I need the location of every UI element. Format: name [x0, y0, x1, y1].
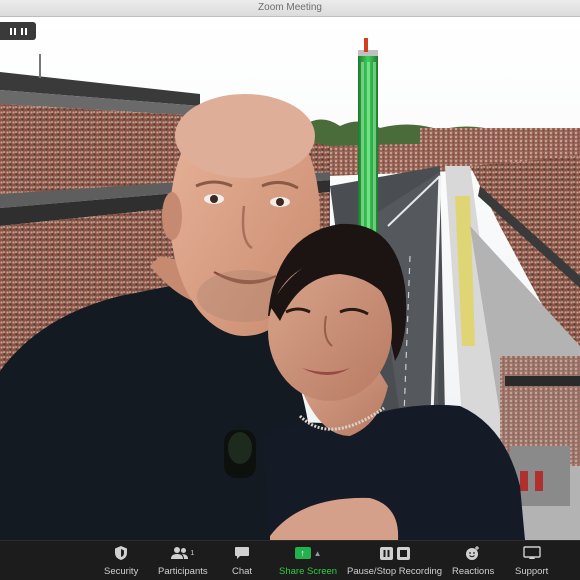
virtual-background-scene [0, 16, 580, 540]
chat-icon [234, 544, 250, 562]
window-title: Zoom Meeting [0, 0, 580, 17]
security-button[interactable]: Security [104, 544, 138, 577]
pause-icon [9, 27, 16, 35]
participants-label: Participants [158, 566, 208, 577]
chat-button[interactable]: Chat [232, 544, 252, 577]
reactions-icon [465, 544, 481, 562]
pause-stop-recording-button[interactable]: Pause/Stop Recording [347, 544, 442, 577]
video-feed [0, 16, 580, 540]
participants-count: 1 [190, 549, 195, 557]
shield-icon [114, 544, 128, 562]
share-screen-icon: ↑ [294, 547, 311, 559]
pause-video-button[interactable] [0, 22, 36, 40]
chat-label: Chat [232, 566, 253, 577]
meeting-toolbar: Security 1 Participants Chat ↑ ▲ Share S… [0, 540, 580, 580]
share-screen-button[interactable]: ↑ ▲ Share Screen [279, 544, 337, 577]
pause-recording-icon[interactable] [379, 546, 393, 560]
reactions-label: Reactions [452, 566, 495, 577]
reactions-button[interactable]: Reactions [452, 544, 494, 577]
participants-button[interactable]: 1 Participants [158, 544, 208, 577]
stop-recording-icon[interactable] [396, 546, 410, 560]
share-options-caret-icon[interactable]: ▲ [314, 549, 322, 558]
security-label: Security [104, 566, 139, 577]
support-button[interactable]: Support [515, 544, 548, 577]
support-icon [522, 544, 541, 562]
pause-stop-recording-label: Pause/Stop Recording [347, 566, 443, 577]
pause-icon-secondary [20, 27, 27, 35]
participants-icon: 1 [171, 544, 194, 562]
support-label: Support [515, 566, 549, 577]
share-screen-label: Share Screen [279, 566, 338, 577]
